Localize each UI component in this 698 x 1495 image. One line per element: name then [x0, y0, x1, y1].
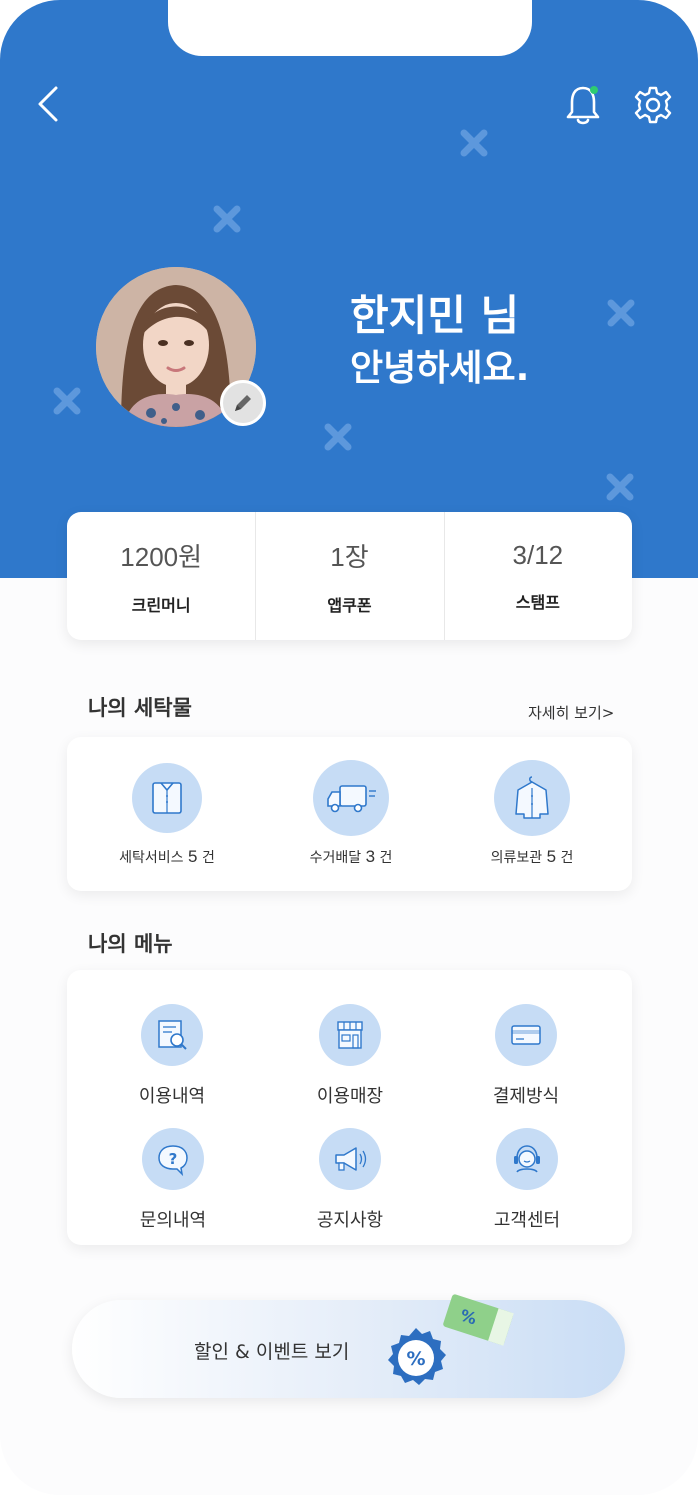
menu-icon-circle	[319, 1128, 381, 1190]
event-banner-button[interactable]: 할인 & 이벤트 보기 % %	[72, 1294, 625, 1398]
device-notch	[168, 0, 532, 56]
credit-card-icon	[511, 1025, 541, 1045]
stat-label: 스탬프	[515, 592, 560, 612]
stat-app-coupon[interactable]: 1장 앱쿠폰	[255, 512, 443, 640]
pickup-delivery-item[interactable]: 수거배달 3 건	[303, 760, 399, 867]
laundry-item-label: 수거배달 3 건	[309, 847, 393, 866]
decorative-x-icon	[53, 387, 81, 415]
stat-label: 앱쿠폰	[327, 595, 372, 615]
decorative-x-icon	[606, 473, 634, 501]
discount-badge-icon: %	[388, 1328, 446, 1385]
notification-dot	[590, 86, 598, 94]
laundry-icon-circle	[132, 763, 202, 833]
laundry-icon-circle	[313, 760, 389, 836]
decorative-x-icon	[213, 205, 241, 233]
bell-icon	[566, 86, 600, 125]
svg-text:?: ?	[169, 1150, 178, 1168]
hanger-shirt-icon	[515, 776, 549, 819]
menu-icon-circle	[495, 1004, 557, 1066]
stat-clean-money[interactable]: 1200원 크린머니	[67, 512, 255, 640]
wallet-summary: 1200원 크린머니 1장 앱쿠폰 3/12 스탬프	[67, 512, 632, 640]
stat-stamp[interactable]: 3/12 스탬프	[443, 512, 632, 640]
menu-icon-circle	[141, 1004, 203, 1066]
question-bubble-icon: ?	[158, 1145, 188, 1177]
back-button[interactable]	[26, 82, 70, 126]
badge-percent: %	[406, 1348, 425, 1370]
event-label: 할인 & 이벤트 보기	[194, 1341, 350, 1363]
shirt-icon	[152, 782, 182, 814]
menu-item-label: 문의내역	[139, 1210, 207, 1231]
notification-button[interactable]	[560, 80, 606, 128]
stat-label: 크린머니	[131, 595, 191, 615]
menu-icon-circle	[319, 1004, 381, 1066]
laundry-section-title: 나의 세탁물	[88, 696, 192, 720]
menu-item-label: 고객센터	[493, 1210, 561, 1231]
headset-agent-icon	[514, 1145, 540, 1173]
laundry-service-item[interactable]: 세탁서비스 5 건	[119, 763, 215, 867]
menu-card: 이용내역 이용매장 결제방식 ? 문의내역 공지사항 고객센터	[67, 970, 632, 1245]
laundry-count: 5	[188, 847, 198, 866]
menu-item-payment-method[interactable]: 결제방식	[476, 1004, 576, 1108]
menu-section-title: 나의 메뉴	[88, 932, 173, 956]
decorative-x-icon	[460, 129, 488, 157]
document-search-icon	[158, 1020, 187, 1050]
laundry-item-label: 의류보관 5 건	[490, 847, 574, 866]
laundry-count: 5	[546, 847, 557, 866]
greeting: 한지민 님 안녕하세요.	[350, 288, 529, 394]
laundry-icon-circle	[494, 760, 570, 836]
settings-button[interactable]	[630, 82, 676, 128]
menu-item-usage-history[interactable]: 이용내역	[122, 1004, 222, 1108]
menu-item-label: 이용내역	[138, 1086, 206, 1107]
decorative-x-icon	[607, 299, 635, 327]
menu-item-inquiries[interactable]: ? 문의내역	[123, 1128, 223, 1232]
greeting-text: 안녕하세요.	[350, 348, 530, 389]
delivery-truck-icon	[327, 785, 376, 813]
menu-item-stores[interactable]: 이용매장	[300, 1004, 400, 1108]
laundry-card: 세탁서비스 5 건 수거배달 3 건 의류보관 5 건	[67, 737, 632, 891]
pencil-icon	[235, 395, 251, 411]
menu-item-label: 공지사항	[316, 1210, 384, 1231]
decorative-x-icon	[324, 423, 352, 451]
laundry-item-label: 세탁서비스 5 건	[119, 847, 215, 866]
user-name: 한지민 님	[350, 291, 520, 340]
clothing-storage-item[interactable]: 의류보관 5 건	[484, 760, 580, 867]
chevron-left-icon	[38, 86, 58, 122]
laundry-count: 3	[365, 847, 376, 866]
menu-icon-circle	[496, 1128, 558, 1190]
stat-value: 1200원	[120, 541, 203, 572]
stat-value: 1장	[330, 541, 369, 572]
menu-item-notices[interactable]: 공지사항	[300, 1128, 400, 1232]
menu-item-customer-center[interactable]: 고객센터	[477, 1128, 577, 1232]
mypage-screen: 한지민 님 안녕하세요. 1200원 크린머니 1장 앱쿠폰 3/12 스탬프 …	[0, 0, 698, 1495]
menu-item-label: 이용매장	[316, 1086, 384, 1107]
view-more-link[interactable]: 자세히 보기>	[528, 702, 614, 723]
menu-icon-circle: ?	[142, 1128, 204, 1190]
stat-value: 3/12	[512, 539, 564, 570]
menu-item-label: 결제방식	[492, 1086, 560, 1107]
gear-icon	[634, 86, 672, 124]
store-icon	[337, 1021, 363, 1049]
megaphone-icon	[335, 1147, 367, 1171]
edit-profile-button[interactable]	[220, 380, 266, 426]
